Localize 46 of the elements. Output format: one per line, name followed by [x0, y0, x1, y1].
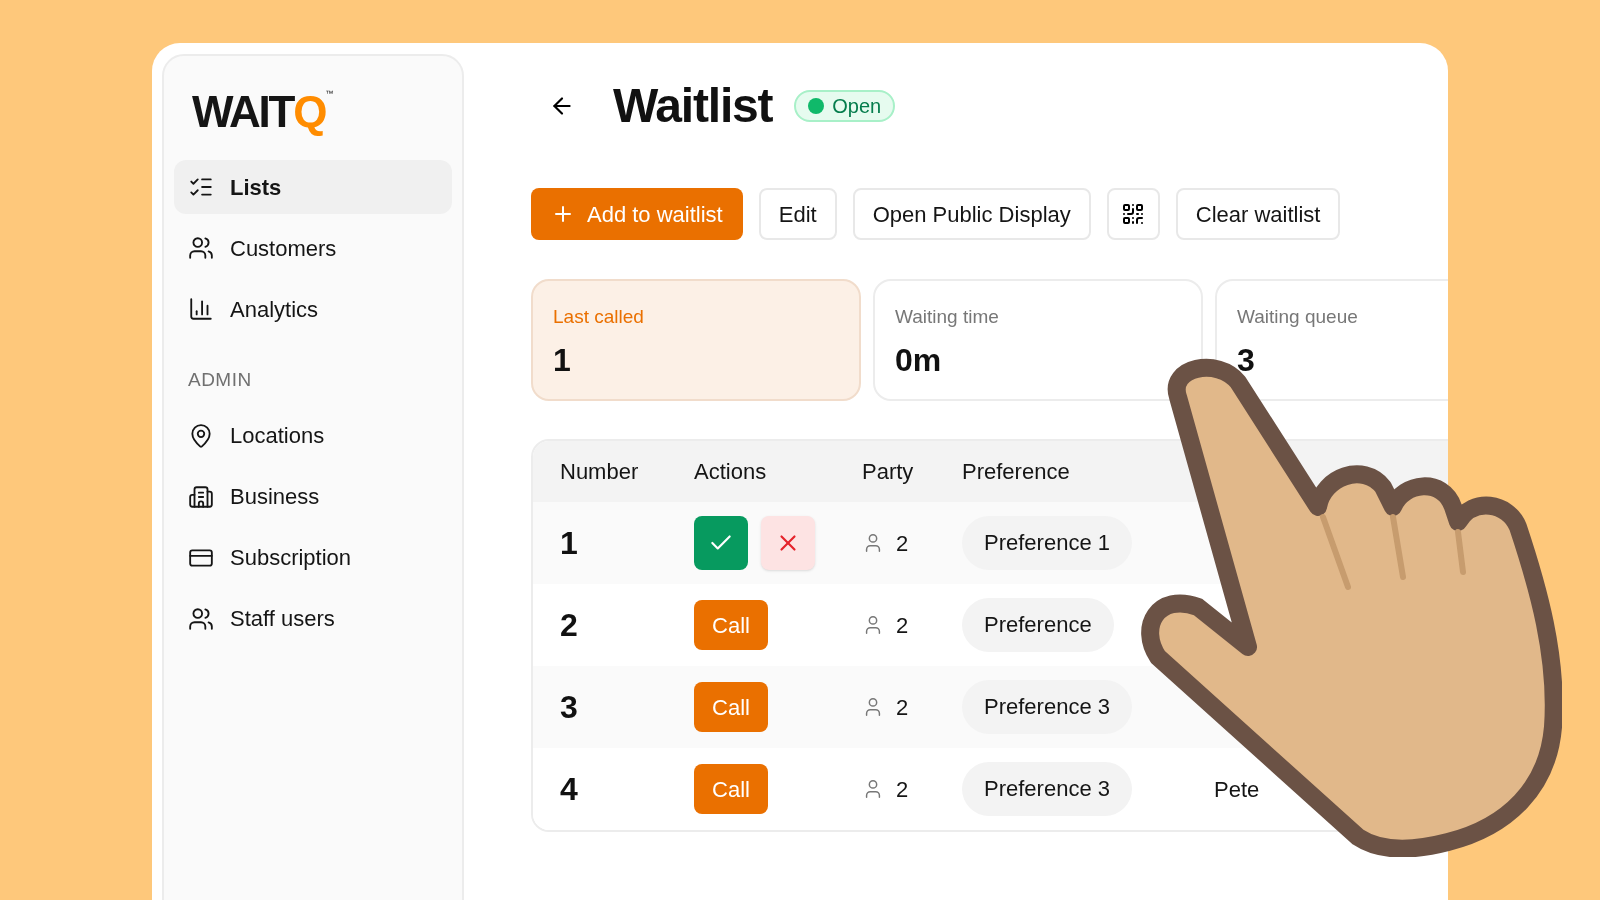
party-size: 2 [896, 775, 909, 804]
sidebar-item[interactable]: Analytics [174, 282, 452, 336]
bar-chart-icon [188, 296, 214, 322]
party-size: 2 [896, 529, 909, 558]
sidebar-item[interactable]: Staff users [174, 591, 452, 646]
map-pin-icon [188, 422, 214, 449]
toolbar-button[interactable]: Open Public Display [852, 188, 1091, 240]
preference-tag: Preference 3 [962, 762, 1132, 816]
party-size: 2 [896, 611, 909, 640]
table-cell: Pete [1214, 776, 1260, 802]
sidebar-item[interactable]: Locations [174, 408, 452, 463]
column-header: Number [560, 458, 640, 486]
toolbar-button[interactable]: Clear waitlist [1175, 188, 1341, 240]
row-number: 4 [560, 770, 579, 809]
column-header: Party [862, 458, 915, 486]
status-badge: Open [794, 90, 896, 122]
row-number: 2 [560, 606, 579, 645]
stat-label: Waiting queue [1237, 305, 1359, 329]
row-number: 3 [560, 688, 579, 727]
stat-label: Last called [553, 305, 645, 329]
party-size: 2 [896, 693, 909, 722]
confirm-button[interactable] [694, 516, 748, 570]
cancel-button[interactable] [761, 516, 815, 570]
preference-tag: Preference 1 [962, 516, 1132, 570]
sidebar-item[interactable]: Customers [174, 221, 452, 275]
preference-tag: Preference [962, 598, 1114, 652]
stat-value: 3 [1237, 340, 1256, 380]
stat-label: Waiting time [895, 305, 1000, 329]
column-header: Preference [962, 458, 1071, 486]
sidebar-item[interactable]: Subscription [174, 530, 452, 585]
row-number: 1 [560, 524, 579, 563]
qr-code-icon [1121, 202, 1146, 226]
preference-tag: Preference 3 [962, 680, 1132, 734]
qr-button[interactable] [1106, 188, 1160, 240]
users-icon [188, 605, 214, 632]
column-header: Actions [694, 458, 768, 486]
users-icon [188, 235, 214, 261]
stat-value: 1 [553, 340, 572, 380]
stat-value: 0m [895, 340, 943, 380]
logo: WAITQ™ [191, 90, 333, 134]
sidebar-item[interactable]: Business [174, 469, 452, 524]
toolbar-button[interactable]: Edit [758, 188, 837, 240]
sidebar-item[interactable]: Lists [174, 160, 452, 214]
building-icon [188, 483, 214, 510]
section-heading: ADMIN [187, 368, 253, 392]
page-title: Waitlist [613, 78, 773, 134]
